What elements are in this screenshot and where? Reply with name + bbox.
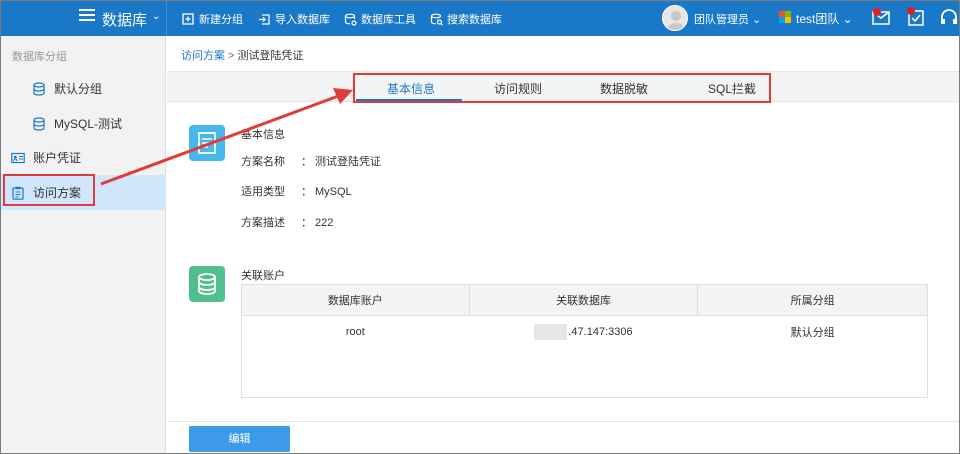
table-row[interactable]: root .47.147:3306 默认分组 bbox=[241, 315, 928, 348]
team-switcher[interactable]: test团队 ⌄ bbox=[796, 10, 853, 27]
headset-icon[interactable] bbox=[939, 7, 959, 27]
cell-account: root bbox=[241, 315, 470, 348]
info-row-description: 方案描述 ： 222 bbox=[241, 214, 333, 230]
app-window: 数据库 ⌄ 新建分组 导入数据库 数据库工具 搜索数据库 团队管理员 ⌄ tes… bbox=[0, 0, 960, 454]
table-header-row: 数据库账户 关联数据库 所属分组 bbox=[241, 284, 928, 316]
db-tool-icon bbox=[344, 13, 357, 26]
column-header: 关联数据库 bbox=[468, 284, 699, 316]
breadcrumb: 访问方案 > 测试登陆凭证 bbox=[181, 47, 303, 63]
database-icon bbox=[33, 116, 45, 131]
user-menu[interactable]: 团队管理员 ⌄ bbox=[694, 11, 761, 27]
sidebar-item-label: MySQL-测试 bbox=[54, 117, 123, 131]
chevron-down-icon[interactable]: ⌄ bbox=[152, 11, 160, 22]
document-icon bbox=[189, 125, 225, 161]
breadcrumb-separator: > bbox=[228, 50, 235, 62]
main-content: 访问方案 > 测试登陆凭证 基本信息 访问规则 数据脱敏 SQL拦截 基本信息 方案… bbox=[167, 36, 959, 453]
divider bbox=[167, 421, 959, 422]
cell-group: 默认分组 bbox=[697, 315, 928, 348]
sidebar-item-label: 默认分组 bbox=[54, 82, 103, 96]
sidebar-item-label: 账户凭证 bbox=[33, 151, 82, 165]
search-database-label: 搜索数据库 bbox=[447, 14, 502, 26]
app-title[interactable]: 数据库 bbox=[102, 9, 147, 30]
team-name: test团队 bbox=[796, 12, 840, 26]
database-tools-button[interactable]: 数据库工具 bbox=[344, 11, 416, 27]
database-address: .47.147:3306 bbox=[568, 325, 633, 338]
column-header: 数据库账户 bbox=[241, 284, 470, 316]
import-icon bbox=[259, 13, 270, 25]
sidebar-header: 数据库分组 bbox=[12, 51, 67, 63]
import-database-label: 导入数据库 bbox=[275, 14, 330, 26]
notification-badge bbox=[873, 8, 881, 16]
column-header: 所属分组 bbox=[697, 284, 928, 316]
info-key: 方案名称 bbox=[241, 156, 285, 168]
windows-logo-icon bbox=[779, 11, 791, 23]
search-db-icon bbox=[430, 13, 443, 25]
tabs-highlight-box bbox=[353, 73, 771, 103]
info-colon: ： bbox=[301, 186, 312, 198]
breadcrumb-current: 测试登陆凭证 bbox=[237, 50, 304, 62]
database-icon bbox=[33, 81, 45, 96]
divider bbox=[166, 1, 167, 36]
cell-database: .47.147:3306 bbox=[469, 315, 698, 348]
sidebar-item-account-credentials[interactable]: 账户凭证 bbox=[1, 140, 166, 175]
edit-button[interactable]: 编辑 bbox=[189, 426, 290, 452]
notification-badge bbox=[907, 7, 915, 15]
import-database-button[interactable]: 导入数据库 bbox=[258, 11, 330, 27]
database-tools-label: 数据库工具 bbox=[361, 14, 416, 26]
new-group-icon bbox=[182, 12, 194, 25]
search-database-button[interactable]: 搜索数据库 bbox=[430, 11, 502, 27]
info-colon: ： bbox=[301, 217, 312, 229]
linked-accounts-title: 关联账户 bbox=[241, 270, 285, 282]
new-group-button[interactable]: 新建分组 bbox=[182, 11, 243, 27]
sidebar: 数据库分组 默认分组 MySQL-测试 账户凭证 访问方案 bbox=[1, 36, 166, 453]
redacted-mask bbox=[534, 323, 568, 340]
user-name: 团队管理员 bbox=[694, 14, 749, 26]
breadcrumb-parent-link[interactable]: 访问方案 bbox=[181, 50, 225, 62]
avatar[interactable] bbox=[662, 5, 688, 31]
info-key: 适用类型 bbox=[241, 186, 285, 198]
info-colon: ： bbox=[301, 156, 312, 168]
info-value: 222 bbox=[315, 217, 334, 229]
user-avatar-icon bbox=[666, 11, 686, 30]
menu-icon[interactable] bbox=[79, 9, 95, 23]
info-value: 测试登陆凭证 bbox=[315, 156, 381, 168]
database-stack-icon bbox=[189, 266, 225, 302]
basic-info-title: 基本信息 bbox=[241, 129, 285, 141]
info-value: MySQL bbox=[315, 186, 352, 198]
new-group-label: 新建分组 bbox=[199, 14, 243, 26]
info-row-plan-name: 方案名称 ：测试登陆凭证 bbox=[241, 153, 381, 169]
info-row-type: 适用类型 ： MySQL bbox=[241, 183, 352, 199]
highlight-box bbox=[3, 174, 95, 206]
info-key: 方案描述 bbox=[241, 217, 285, 229]
accounts-table: 数据库账户 关联数据库 所属分组 root .47.147:3306 默认分组 bbox=[241, 284, 928, 348]
id-card-icon bbox=[11, 152, 25, 163]
top-bar: 数据库 ⌄ 新建分组 导入数据库 数据库工具 搜索数据库 团队管理员 ⌄ tes… bbox=[1, 1, 959, 36]
sidebar-item-mysql-test[interactable]: MySQL-测试 bbox=[1, 106, 166, 141]
sidebar-item-default-group[interactable]: 默认分组 bbox=[1, 71, 166, 106]
